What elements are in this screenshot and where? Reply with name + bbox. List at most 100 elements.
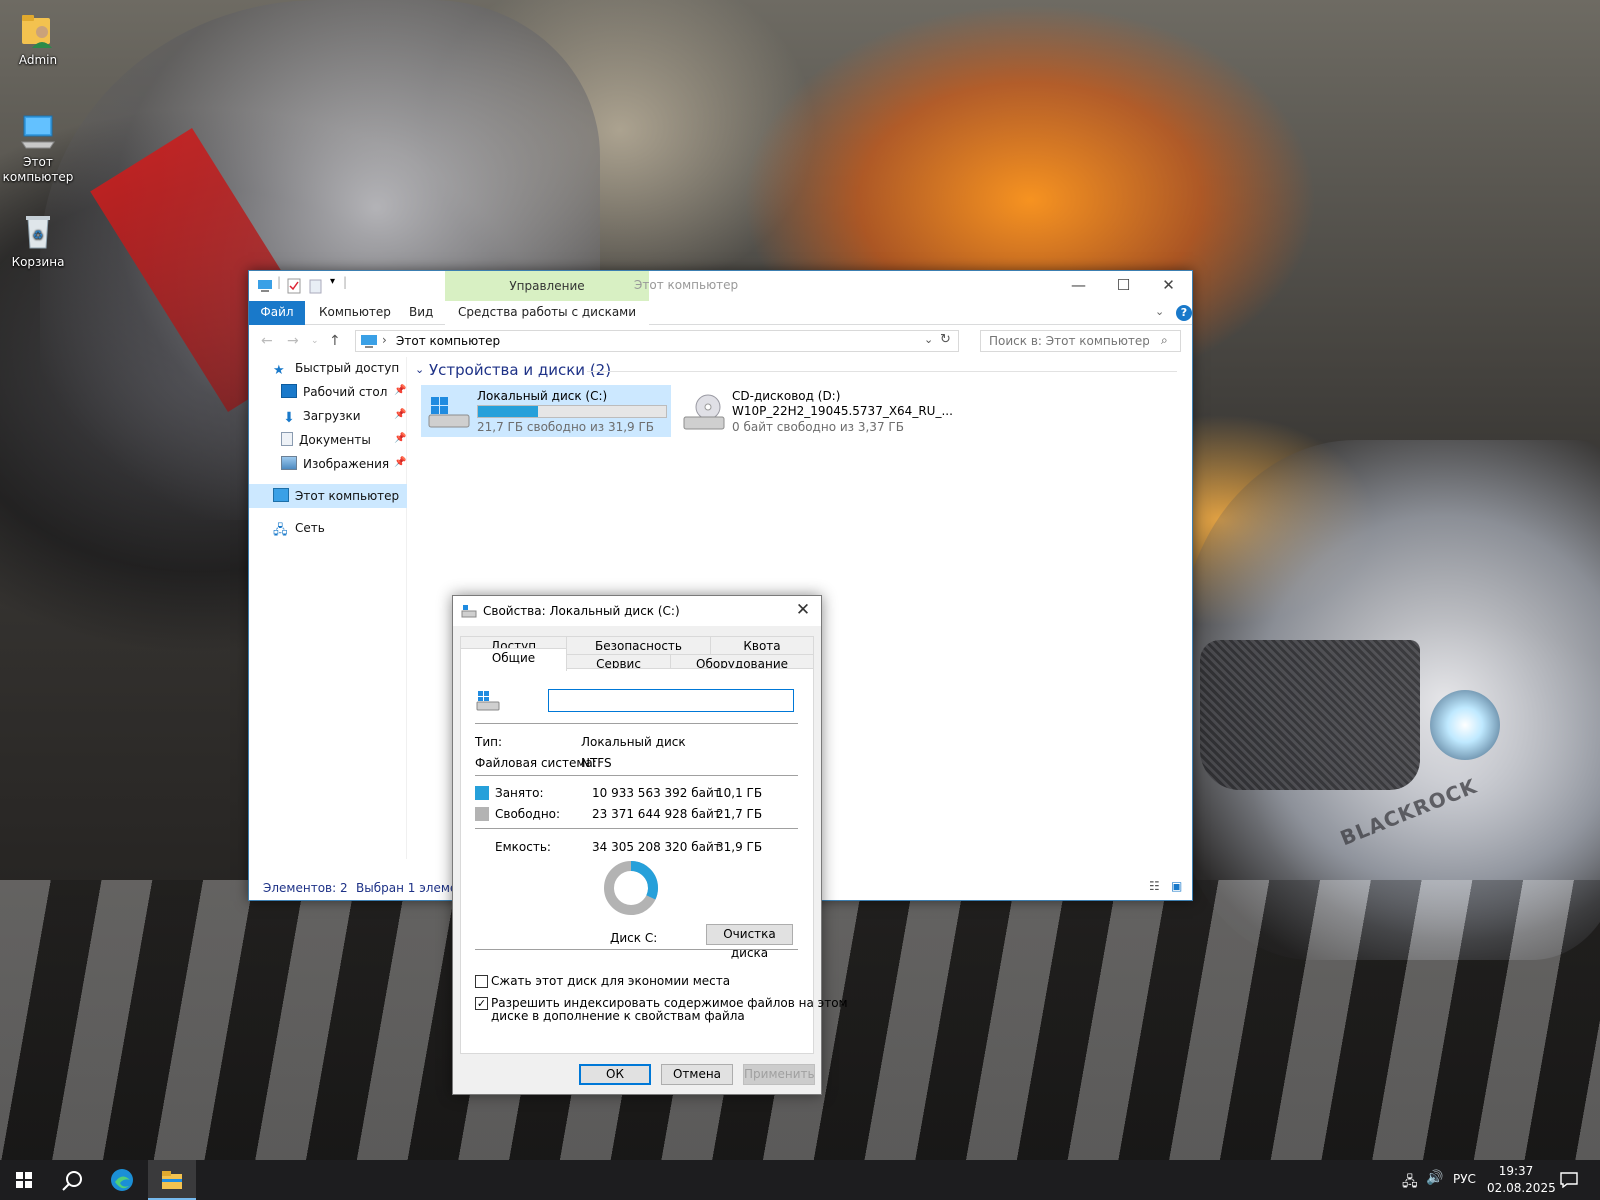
refresh-icon[interactable]: ↻	[940, 332, 951, 347]
index-checkbox[interactable]: ✓	[475, 997, 488, 1010]
properties-icon[interactable]	[286, 278, 302, 294]
up-arrow-icon[interactable]: ↑	[329, 333, 341, 349]
ok-button[interactable]: ОК	[579, 1064, 651, 1085]
divider	[475, 828, 798, 829]
wallpaper-headlight	[1430, 690, 1500, 760]
apply-button[interactable]: Применить	[743, 1064, 815, 1085]
search-icon[interactable]: ⌕	[1161, 333, 1168, 348]
volume-name-input[interactable]	[548, 689, 794, 712]
usage-donut-chart	[604, 861, 658, 915]
desktop-icon-admin[interactable]: Admin	[0, 10, 76, 68]
computer-icon	[273, 488, 289, 502]
new-folder-icon[interactable]	[308, 278, 324, 294]
nav-downloads[interactable]: ⬇ Загрузки	[281, 405, 360, 427]
free-bytes: 23 371 644 928 байт	[592, 807, 721, 821]
desktop-icon-label: Этот компьютер	[2, 155, 74, 184]
drive-free-space: 21,7 ГБ свободно из 31,9 ГБ	[477, 420, 655, 434]
tab-file[interactable]: Файл	[249, 301, 305, 325]
tab-general[interactable]: Общие	[460, 648, 567, 671]
taskbar: 🖧 🔊 РУС 19:37 02.08.2025	[0, 1160, 1600, 1200]
minimize-button[interactable]: —	[1056, 271, 1101, 301]
desktop-icon-recycle-bin[interactable]: ♻ Корзина	[0, 212, 76, 270]
pin-icon: 📌	[394, 457, 407, 468]
divider	[475, 949, 798, 950]
navigation-pane: ★ Быстрый доступ Рабочий стол 📌 ⬇ Загрузки…	[249, 357, 407, 859]
forward-arrow-icon[interactable]: →	[287, 333, 299, 349]
desktop-folder-icon	[281, 384, 297, 398]
ribbon-expand-icon[interactable]: ⌄	[1155, 305, 1164, 318]
drive-name: Локальный диск (C:)	[477, 389, 608, 403]
free-gb: 21,7 ГБ	[716, 807, 763, 821]
windows-logo-icon	[16, 1172, 32, 1188]
clock[interactable]: 19:37 02.08.2025	[1487, 1160, 1556, 1200]
separator-icon: |	[343, 275, 348, 289]
drive-c[interactable]: Локальный диск (C:) 21,7 ГБ свободно из …	[421, 385, 671, 437]
computer-icon	[361, 335, 377, 348]
search-box[interactable]: ⌕	[980, 330, 1181, 352]
properties-dialog[interactable]: Свойства: Локальный диск (C:) ✕ Доступ Б…	[452, 595, 848, 1095]
tab-computer[interactable]: Компьютер	[309, 301, 401, 325]
explorer-titlebar[interactable]: | ▾ | Управление Этот компьютер — ☐ ✕	[249, 271, 1192, 301]
address-bar[interactable]: › Этот компьютер ⌄ ↻	[355, 330, 959, 352]
large-icons-view-icon[interactable]: ▣	[1171, 879, 1182, 893]
help-icon[interactable]: ?	[1176, 305, 1192, 321]
explorer-taskbar-button[interactable]	[148, 1160, 196, 1200]
address-dropdown-icon[interactable]: ⌄	[924, 333, 933, 346]
details-view-icon[interactable]: ☷	[1149, 879, 1160, 893]
tab-quota[interactable]: Квота	[710, 636, 814, 655]
status-item-count: Элементов: 2	[263, 881, 348, 895]
pin-icon: 📌	[394, 385, 407, 396]
group-header[interactable]: Устройства и диски (2)	[429, 361, 611, 379]
drive-volume-label: W10P_22H2_19045.5737_X64_RU_...	[732, 404, 953, 418]
drive-usage-fill	[478, 406, 539, 417]
disk-cleanup-button[interactable]: Очистка диска	[706, 924, 793, 960]
start-button[interactable]	[0, 1160, 48, 1200]
fs-label: Файловая система:	[475, 756, 597, 770]
breadcrumb-this-pc[interactable]: Этот компьютер	[396, 334, 500, 348]
desktop-icon-this-pc[interactable]: Этот компьютер	[0, 112, 76, 185]
capacity-bytes: 34 305 208 320 байт	[592, 840, 721, 854]
download-icon: ⬇	[283, 410, 295, 426]
nav-network[interactable]: 🖧 Сеть	[273, 517, 325, 539]
quick-access-dropdown-icon[interactable]: ▾	[330, 276, 335, 292]
dialog-titlebar[interactable]: Свойства: Локальный диск (C:) ✕	[453, 596, 821, 626]
search-input[interactable]	[989, 333, 1149, 349]
nav-desktop[interactable]: Рабочий стол	[281, 381, 387, 403]
local-disk-icon	[461, 605, 477, 618]
tab-security[interactable]: Безопасность	[566, 636, 711, 655]
free-label: Свободно:	[495, 807, 561, 821]
nav-pictures[interactable]: Изображения	[281, 453, 389, 475]
nav-quick-access[interactable]: ★ Быстрый доступ	[273, 357, 399, 379]
search-button[interactable]	[48, 1160, 96, 1200]
star-icon: ★	[273, 363, 285, 378]
desktop-icon-label: Корзина	[11, 255, 65, 269]
pictures-icon	[281, 456, 297, 470]
free-space-swatch	[475, 807, 489, 821]
back-arrow-icon[interactable]: ←	[261, 333, 273, 349]
chevron-down-icon[interactable]: ⌄	[415, 363, 424, 376]
drive-d[interactable]: CD-дисковод (D:) W10P_22H2_19045.5737_X6…	[676, 385, 953, 437]
ribbon-context-header: Управление	[445, 271, 649, 301]
tab-view[interactable]: Вид	[399, 301, 443, 325]
notification-icon	[1560, 1172, 1578, 1188]
breadcrumb-chevron-icon[interactable]: ›	[382, 333, 387, 347]
capacity-label: Емкость:	[495, 840, 551, 854]
close-button[interactable]: ✕	[1146, 271, 1191, 301]
group-divider	[587, 371, 1177, 372]
type-value: Локальный диск	[581, 735, 686, 749]
separator-icon: |	[277, 275, 282, 289]
maximize-button[interactable]: ☐	[1101, 271, 1146, 301]
divider	[475, 775, 798, 776]
clock-date: 02.08.2025	[1487, 1181, 1556, 1195]
recent-locations-icon[interactable]: ⌄	[311, 336, 319, 346]
cancel-button[interactable]: Отмена	[661, 1064, 733, 1085]
compress-label: Сжать этот диск для экономии места	[491, 974, 731, 988]
tab-disk-tools[interactable]: Средства работы с дисками	[445, 301, 649, 325]
address-row: ← → ⌄ ↑ › Этот компьютер ⌄ ↻ ⌕	[249, 326, 1192, 356]
dialog-close-button[interactable]: ✕	[785, 596, 821, 626]
nav-documents[interactable]: Документы	[281, 429, 371, 451]
compress-checkbox[interactable]	[475, 975, 488, 988]
type-label: Тип:	[475, 735, 503, 749]
edge-button[interactable]	[98, 1160, 146, 1200]
nav-this-pc[interactable]: Этот компьютер	[273, 485, 399, 507]
